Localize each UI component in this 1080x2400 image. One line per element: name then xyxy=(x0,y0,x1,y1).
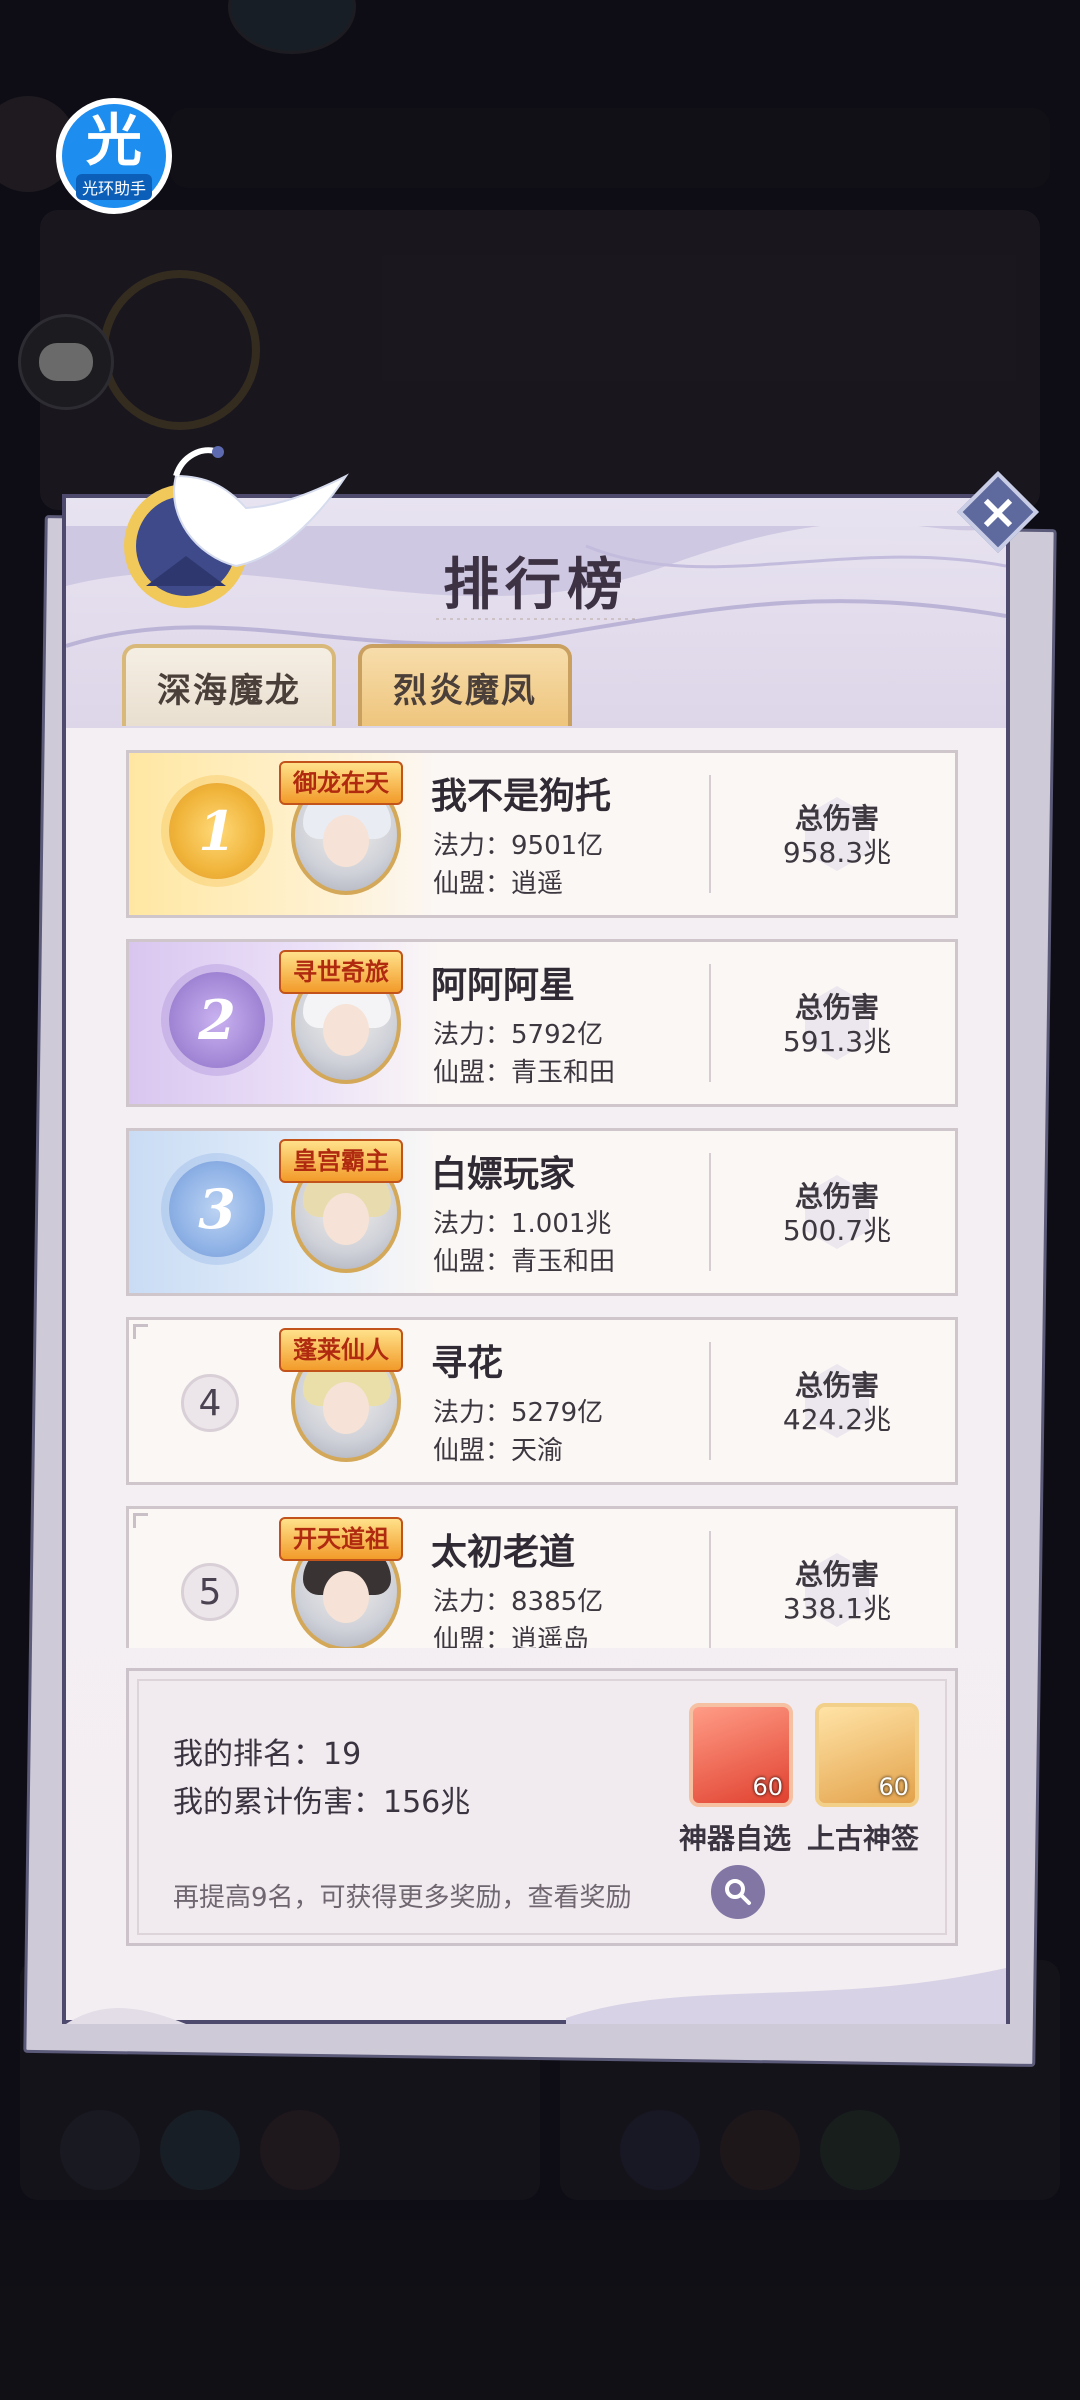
reward-artifact-choice-icon[interactable]: 60 xyxy=(689,1703,793,1807)
footer-wave-decoration xyxy=(66,1968,1006,2024)
rank-medal-gold: 1 xyxy=(169,783,265,879)
assistant-glyph: 光 xyxy=(86,109,142,174)
ranking-list[interactable]: 1 御龙在天 我不是狗托 法力：9501亿 仙盟：逍遥 总伤害 958.3兆 2… xyxy=(66,728,1006,1648)
player-power: 法力：5792亿 xyxy=(433,1020,604,1050)
my-ranking-panel: 我的排名：19 我的累计伤害：156兆 60 60 神器自选 上古神签 再提高9… xyxy=(126,1668,958,1946)
close-icon: × xyxy=(977,484,1019,540)
chat-bubble-icon xyxy=(39,343,93,381)
row-divider xyxy=(709,1342,711,1460)
player-title-badge: 开天道祖 xyxy=(279,1517,403,1561)
reward-ancient-lot-icon[interactable]: 60 xyxy=(815,1703,919,1807)
assistant-floating-badge[interactable]: 光 光环助手 xyxy=(56,98,172,214)
corner-ornament xyxy=(133,1324,148,1339)
player-name: 白嫖玩家 xyxy=(431,1153,576,1195)
tab-flame-phoenix[interactable]: 烈炎魔凤 xyxy=(358,644,572,726)
player-guild: 仙盟：青玉和田 xyxy=(433,1058,616,1088)
player-title-badge: 御龙在天 xyxy=(279,761,403,805)
corner-ornament xyxy=(133,1513,148,1528)
player-title-badge: 蓬莱仙人 xyxy=(279,1328,403,1372)
player-name: 我不是狗托 xyxy=(431,775,612,817)
leaderboard-modal: 排行榜 深海魔龙 烈炎魔凤 1 御龙在天 我不是狗托 法力：9501亿 仙盟：逍… xyxy=(62,446,1010,2024)
ranking-row-3[interactable]: 3 皇宫霸主 白嫖玩家 法力：1.001兆 仙盟：青玉和田 总伤害 500.7兆 xyxy=(126,1128,958,1296)
player-guild: 仙盟：青玉和田 xyxy=(433,1247,616,1277)
title-underline-decoration xyxy=(436,618,636,620)
ranking-row-5[interactable]: 5 开天道祖 太初老道 法力：8385亿 仙盟：逍遥岛 总伤害 338.1兆 xyxy=(126,1506,958,1648)
player-power: 法力：5279亿 xyxy=(433,1398,604,1428)
rank-number: 4 xyxy=(181,1374,239,1432)
rank-number: 5 xyxy=(181,1563,239,1621)
magnifier-icon xyxy=(725,1879,751,1905)
ranking-row-1[interactable]: 1 御龙在天 我不是狗托 法力：9501亿 仙盟：逍遥 总伤害 958.3兆 xyxy=(126,750,958,918)
my-total-damage: 我的累计伤害：156兆 xyxy=(173,1785,471,1820)
damage-value: 958.3兆 xyxy=(782,836,892,869)
chat-button[interactable] xyxy=(18,314,114,410)
my-rank: 我的排名：19 xyxy=(173,1737,362,1772)
player-name: 寻花 xyxy=(431,1342,504,1384)
player-power: 法力：9501亿 xyxy=(433,831,604,861)
player-name: 阿阿阿星 xyxy=(431,964,576,1006)
assistant-label: 光环助手 xyxy=(75,174,152,200)
crane-emblem-icon xyxy=(124,446,349,608)
rank-medal-purple: 2 xyxy=(169,972,265,1068)
rank-medal-blue: 3 xyxy=(169,1161,265,1257)
my-ranking-inner-frame: 我的排名：19 我的累计伤害：156兆 60 60 神器自选 上古神签 再提高9… xyxy=(137,1679,947,1935)
damage-value: 591.3兆 xyxy=(782,1025,892,1058)
ranking-row-2[interactable]: 2 寻世奇旅 阿阿阿星 法力：5792亿 仙盟：青玉和田 总伤害 591.3兆 xyxy=(126,939,958,1107)
ranking-row-4[interactable]: 4 蓬莱仙人 寻花 法力：5279亿 仙盟：天渝 总伤害 424.2兆 xyxy=(126,1317,958,1485)
player-guild: 仙盟：逍遥 xyxy=(433,869,564,899)
player-title-badge: 皇宫霸主 xyxy=(279,1139,403,1183)
reward-name: 上古神签 xyxy=(807,1822,920,1855)
player-name: 太初老道 xyxy=(431,1531,576,1573)
reward-name: 神器自选 xyxy=(679,1822,792,1855)
player-title-badge: 寻世奇旅 xyxy=(279,950,403,994)
player-guild: 仙盟：逍遥岛 xyxy=(433,1625,590,1648)
close-button[interactable]: × xyxy=(956,470,1040,554)
row-divider xyxy=(709,775,711,893)
view-rewards-button[interactable] xyxy=(711,1865,765,1919)
damage-value: 338.1兆 xyxy=(782,1592,892,1625)
row-divider xyxy=(709,1531,711,1648)
reward-quantity: 60 xyxy=(878,1773,909,1801)
row-divider xyxy=(709,1153,711,1271)
reward-hint: 再提高9名，可获得更多奖励，查看奖励 xyxy=(173,1883,632,1913)
player-guild: 仙盟：天渝 xyxy=(433,1436,564,1466)
reward-quantity: 60 xyxy=(752,1773,783,1801)
tab-deep-sea-dragon[interactable]: 深海魔龙 xyxy=(122,644,336,726)
player-power: 法力：8385亿 xyxy=(433,1587,604,1617)
damage-value: 424.2兆 xyxy=(782,1403,892,1436)
player-power: 法力：1.001兆 xyxy=(433,1209,612,1239)
row-divider xyxy=(709,964,711,1082)
damage-value: 500.7兆 xyxy=(782,1214,892,1247)
